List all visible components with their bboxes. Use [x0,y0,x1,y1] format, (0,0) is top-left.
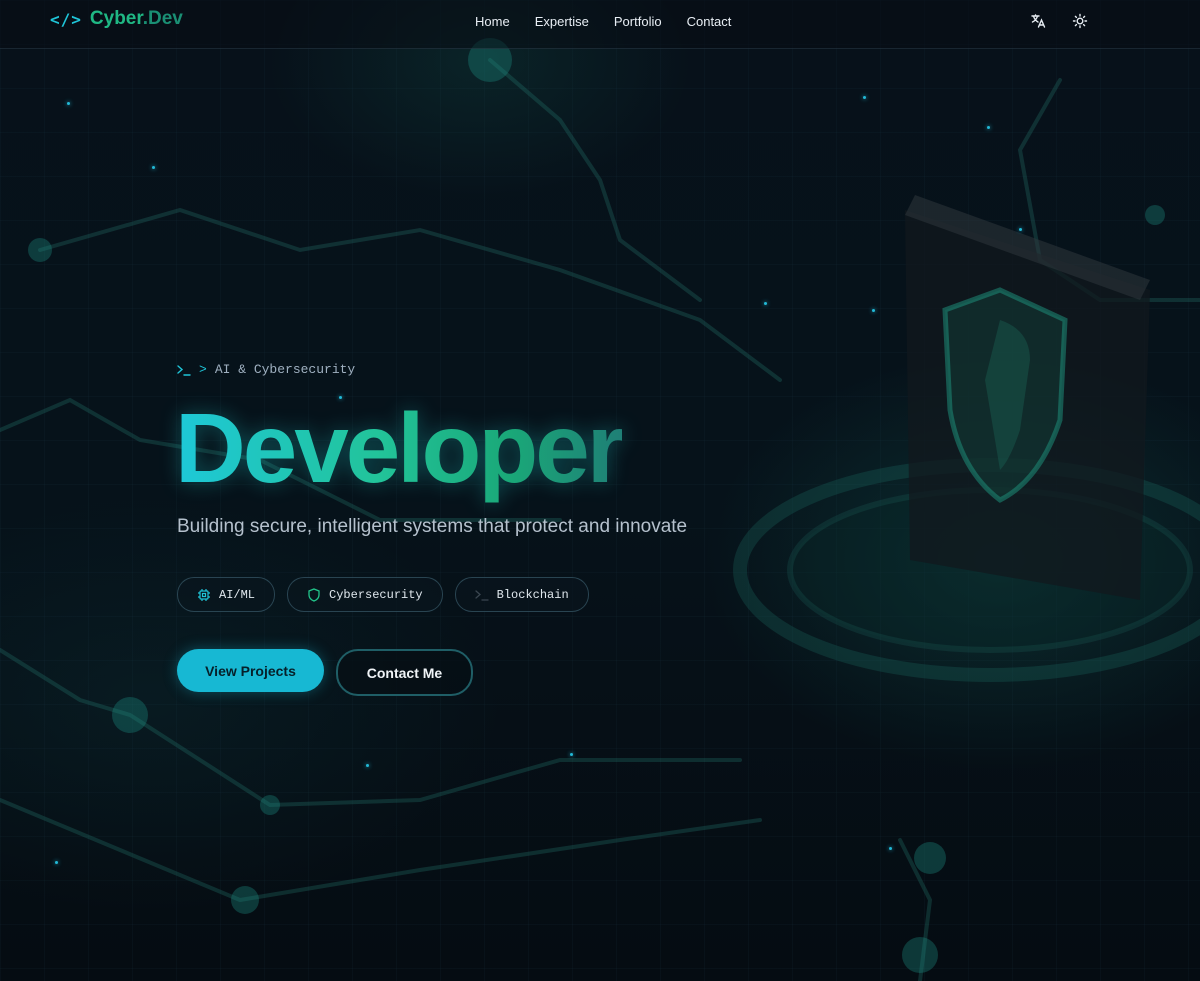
particle-dot [67,102,70,105]
shield-icon [308,587,320,602]
view-projects-button[interactable]: View Projects [177,649,324,692]
chip-label: AI/ML [219,587,256,602]
particle-dot [366,764,369,767]
particle-dot [55,861,58,864]
particle-dot [764,302,767,305]
particle-dot [1019,228,1022,231]
chip-label: Cybersecurity [329,587,423,602]
hero-title: Developer [175,393,625,503]
logo-text-primary: Cyber [89,8,143,29]
particle-dot [872,309,875,312]
nav-link-expertise[interactable]: Expertise [535,14,589,29]
cpu-icon [198,588,210,601]
particle-dot [863,96,866,99]
chip-blockchain[interactable]: Blockchain [454,577,589,612]
terminal-icon [474,589,489,601]
chip-ai-ml[interactable]: AI/ML [177,577,276,612]
particle-dot [987,126,990,129]
hero-tagline: > AI & Cybersecurity [177,362,355,377]
particle-dot [889,847,892,850]
particle-dot [152,166,155,169]
nav-tools [1030,13,1088,29]
sun-icon[interactable] [1072,13,1088,29]
logo-text-secondary: .Dev [142,8,183,29]
skill-chips: AI/ML Cybersecurity Blockchain [177,577,589,612]
prompt-symbol: > [199,362,207,377]
nav-link-portfolio[interactable]: Portfolio [614,14,662,29]
hero-actions: View Projects Contact Me [177,649,473,696]
chip-cybersecurity[interactable]: Cybersecurity [287,577,443,612]
logo[interactable]: </> Cyber.Dev [50,8,183,30]
terminal-icon [177,364,191,376]
tagline-text: AI & Cybersecurity [214,362,356,377]
nav-links: Home Expertise Portfolio Contact [475,14,731,29]
code-icon: </> [50,9,82,29]
particle-dot [570,753,573,756]
hero-subtitle: Building secure, intelligent systems tha… [177,516,688,537]
nav-link-home[interactable]: Home [475,14,510,29]
contact-me-button[interactable]: Contact Me [336,649,473,696]
nav-link-contact[interactable]: Contact [687,14,732,29]
navbar: </> Cyber.Dev Home Expertise Portfolio C… [0,0,1200,49]
chip-label: Blockchain [496,587,569,602]
translate-icon[interactable] [1030,13,1046,29]
